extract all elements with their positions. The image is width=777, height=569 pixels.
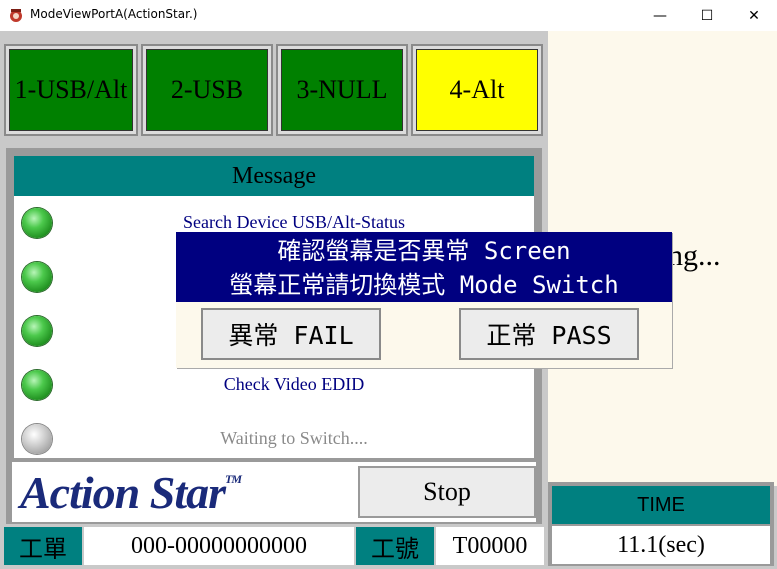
app-icon bbox=[10, 9, 22, 22]
action-star-logo: Action StarTM bbox=[20, 466, 242, 519]
mode-button-3-face: 3-NULL bbox=[281, 49, 403, 131]
title-bar: ModeViewPortA(ActionStar.) — ☐ ✕ bbox=[0, 0, 777, 31]
time-label: TIME bbox=[552, 486, 770, 524]
window-title: ModeViewPortA(ActionStar.) bbox=[30, 7, 198, 21]
status-led-icon bbox=[22, 262, 52, 292]
maximize-button[interactable]: ☐ bbox=[684, 0, 730, 31]
order-label: 工單 bbox=[4, 527, 82, 565]
status-led-icon bbox=[22, 370, 52, 400]
time-panel: TIME 11.1(sec) bbox=[548, 482, 774, 566]
control-panel: Action StarTM Stop bbox=[6, 458, 542, 524]
mode-button-4[interactable]: 4-Alt bbox=[411, 44, 543, 136]
close-icon: ✕ bbox=[748, 7, 760, 24]
message-header: Message bbox=[14, 156, 534, 196]
dialog-prompt: 確認螢幕是否異常 Screen 螢幕正常請切換模式 Mode Switch bbox=[176, 232, 672, 302]
serial-label: 工號 bbox=[356, 527, 434, 565]
close-button[interactable]: ✕ bbox=[731, 0, 777, 31]
status-led-icon bbox=[22, 208, 52, 238]
screen-check-dialog: 確認螢幕是否異常 Screen 螢幕正常請切換模式 Mode Switch 異常… bbox=[176, 232, 672, 368]
mode-button-3[interactable]: 3-NULL bbox=[276, 44, 408, 136]
control-inner: Action StarTM Stop bbox=[12, 462, 536, 522]
step-text-1: Search Device USB/Alt-Status bbox=[183, 212, 405, 232]
step-text-4: Check Video EDID bbox=[223, 374, 365, 394]
mode-button-1[interactable]: 1-USB/Alt bbox=[4, 44, 138, 136]
status-display-text: ng... bbox=[668, 239, 721, 272]
logo-tm: TM bbox=[225, 472, 242, 486]
dialog-line-2: 螢幕正常請切換模式 Mode Switch bbox=[229, 271, 619, 299]
mode-button-1-face: 1-USB/Alt bbox=[9, 49, 133, 131]
serial-value: T00000 bbox=[436, 527, 544, 565]
status-led-icon bbox=[22, 424, 52, 454]
logo-text: Action Star bbox=[20, 467, 226, 518]
order-value: 000-00000000000 bbox=[84, 527, 354, 565]
mode-button-2-face: 2-USB bbox=[146, 49, 268, 131]
minimize-button[interactable]: — bbox=[637, 0, 683, 31]
mode-button-4-face: 4-Alt bbox=[416, 49, 538, 131]
mode-button-2[interactable]: 2-USB bbox=[141, 44, 273, 136]
time-value: 11.1(sec) bbox=[552, 526, 770, 564]
fail-button[interactable]: 異常 FAIL bbox=[201, 308, 381, 360]
pass-button[interactable]: 正常 PASS bbox=[459, 308, 639, 360]
step-text-5: Waiting to Switch.... bbox=[220, 428, 368, 448]
stop-button[interactable]: Stop bbox=[358, 466, 536, 518]
maximize-icon: ☐ bbox=[700, 7, 714, 24]
minimize-icon: — bbox=[653, 7, 667, 24]
status-led-icon bbox=[22, 316, 52, 346]
dialog-line-1: 確認螢幕是否異常 Screen bbox=[277, 237, 571, 265]
